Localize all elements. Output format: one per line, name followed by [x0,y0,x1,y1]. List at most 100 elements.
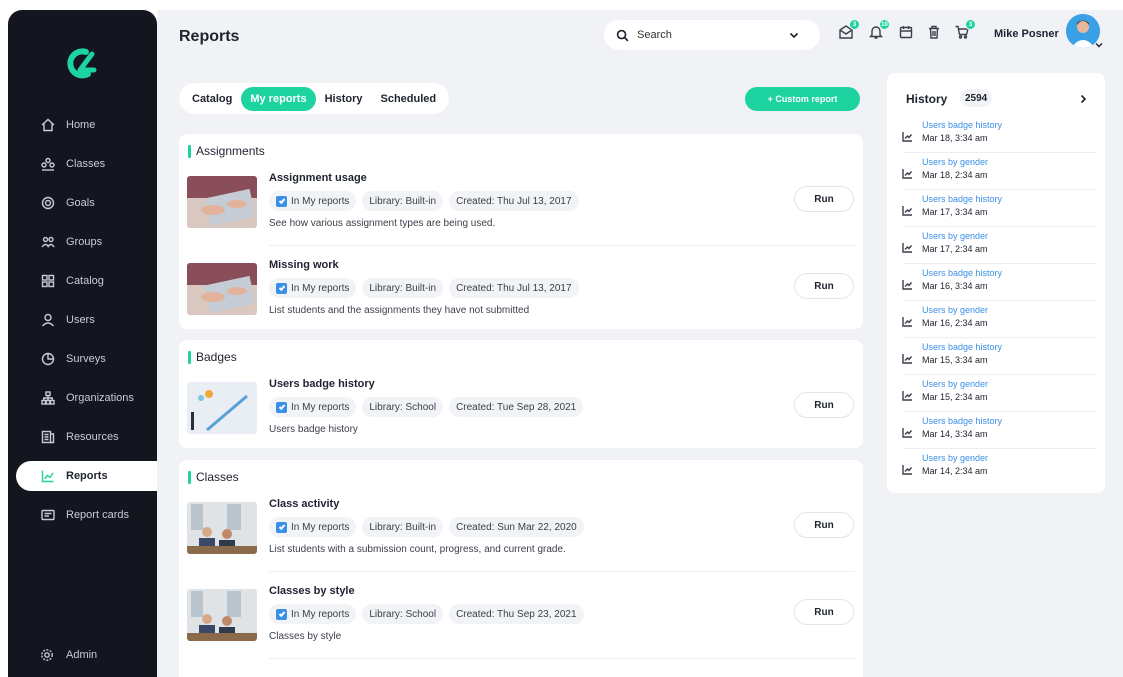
tab-my-reports[interactable]: My reports [241,86,316,111]
created-tag: Created: Sun Mar 22, 2020 [449,517,584,537]
report-title[interactable]: Missing work [269,259,339,271]
report-title[interactable]: Class activity [269,498,339,510]
sidebar-item-classes[interactable]: Classes [16,149,157,179]
trash-icon [929,25,939,39]
sidebar-item-label: Admin [66,649,98,661]
history-item-link[interactable]: Users by gender [922,453,988,463]
history-item-date: Mar 14, 3:34 am [922,429,988,439]
history-item[interactable]: Users badge history Mar 14, 3:34 am [899,413,1097,449]
report-row: Assignment usage In My reports Library: … [187,168,855,250]
gear-icon [40,647,56,663]
history-item-link[interactable]: Users by gender [922,157,988,167]
created-tag: Created: Thu Jul 13, 2017 [449,278,579,298]
report-title[interactable]: Users badge history [269,378,375,390]
section-title-text: Badges [196,350,237,364]
library-tag: Library: Built-in [362,278,444,298]
sidebar-item-label: Home [66,119,96,131]
sidebar-item-catalog[interactable]: Catalog [16,266,157,296]
history-item[interactable]: Users by gender Mar 16, 2:34 am [899,302,1097,338]
messages-button[interactable]: 3 [838,19,860,44]
history-item-link[interactable]: Users badge history [922,194,1002,204]
notifications-button[interactable]: 10 [868,19,890,44]
catalog-icon [40,273,56,289]
history-item[interactable]: Users badge history Mar 17, 3:34 am [899,191,1097,227]
section-title: Classes [188,470,239,484]
search-placeholder: Search [637,29,672,41]
sidebar-item-surveys[interactable]: Surveys [16,344,157,374]
search-input[interactable]: Search [604,20,820,50]
history-item-link[interactable]: Users by gender [922,231,988,241]
chart-icon [902,462,914,475]
chevron-down-icon[interactable] [788,29,800,41]
tag-label: In My reports [291,608,350,620]
tag-label: In My reports [291,401,350,413]
in-my-reports-tag[interactable]: In My reports [269,397,357,417]
sidebar-item-goals[interactable]: Goals [16,188,157,218]
in-my-reports-tag[interactable]: In My reports [269,278,357,298]
report-description: List students with a submission count, p… [269,544,566,555]
chart-icon [902,240,914,253]
in-my-reports-tag[interactable]: In My reports [269,191,357,211]
sidebar-item-report-cards[interactable]: Report cards [16,500,157,530]
history-title: History [906,92,948,106]
history-item[interactable]: Users by gender Mar 18, 2:34 am [899,154,1097,190]
tab-history[interactable]: History [316,87,372,111]
run-button[interactable]: Run [794,273,854,299]
sidebar-item-admin[interactable]: Admin [16,640,157,670]
history-item-link[interactable]: Users by gender [922,305,988,315]
in-my-reports-tag[interactable]: In My reports [269,604,357,624]
section-title: Assignments [188,144,265,158]
logo-icon[interactable] [62,44,102,84]
cart-button[interactable]: 3 [954,19,976,44]
sidebar-item-resources[interactable]: Resources [16,422,157,452]
sidebar-item-label: Catalog [66,275,104,287]
sidebar-item-label: Users [66,314,95,326]
sidebar-item-groups[interactable]: Groups [16,227,157,257]
custom-report-button[interactable]: + Custom report [745,87,860,111]
sidebar-item-organizations[interactable]: Organizations [16,383,157,413]
report-title[interactable]: Classes by style [269,585,355,597]
sidebar-item-reports[interactable]: Reports [16,461,157,491]
report-thumbnail [187,382,257,434]
cart-badge: 3 [965,19,976,30]
reports-icon [40,468,56,484]
library-tag: Library: Built-in [362,517,444,537]
checkbox-icon [276,608,287,620]
history-item[interactable]: Users badge history Mar 16, 3:34 am [899,265,1097,301]
sidebar-item-home[interactable]: Home [16,110,157,140]
run-button[interactable]: Run [794,599,854,625]
tab-scheduled[interactable]: Scheduled [372,87,446,111]
history-item-link[interactable]: Users by gender [922,379,988,389]
library-tag: Library: School [362,397,444,417]
report-tags: In My reports Library: School Created: T… [269,397,584,417]
section-title-text: Classes [196,470,239,484]
run-button[interactable]: Run [794,512,854,538]
trash-button[interactable] [926,24,946,44]
history-item-link[interactable]: Users badge history [922,120,1002,130]
history-item[interactable]: Users by gender Mar 14, 2:34 am [899,450,1095,486]
report-description: Classes by style [269,631,342,642]
run-button[interactable]: Run [794,186,854,212]
calendar-button[interactable] [898,24,918,44]
history-item-link[interactable]: Users badge history [922,416,1002,426]
history-item[interactable]: Users by gender Mar 15, 2:34 am [899,376,1097,412]
chart-icon [902,388,914,401]
history-item-link[interactable]: Users badge history [922,342,1002,352]
report-title[interactable]: Assignment usage [269,172,367,184]
sidebar-item-label: Report cards [66,509,129,521]
page-title: Reports [179,28,240,45]
run-button[interactable]: Run [794,392,854,418]
history-item-link[interactable]: Users badge history [922,268,1002,278]
chevron-right-icon[interactable] [1077,93,1089,105]
history-item[interactable]: Users badge history Mar 18, 3:34 am [899,117,1097,153]
sidebar-item-users[interactable]: Users [16,305,157,335]
tab-catalog[interactable]: Catalog [183,87,241,111]
sidebar-item-label: Classes [66,158,106,170]
search-icon [616,29,629,41]
history-item[interactable]: Users badge history Mar 15, 3:34 am [899,339,1097,375]
in-my-reports-tag[interactable]: In My reports [269,517,357,537]
report-row: Class activity In My reports Library: Bu… [187,494,855,576]
history-item[interactable]: Users by gender Mar 17, 2:34 am [899,228,1097,264]
chevron-down-icon[interactable] [1094,40,1104,50]
report-thumbnail [187,263,257,315]
